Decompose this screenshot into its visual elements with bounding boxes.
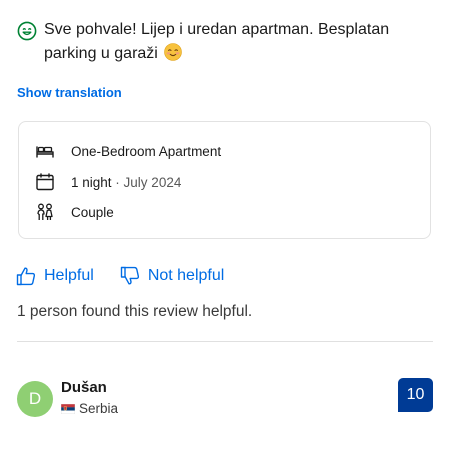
room-type: One-Bedroom Apartment (71, 143, 222, 159)
stay-info-card: One-Bedroom Apartment 1 night · July 202… (18, 121, 431, 239)
helpful-button[interactable]: Helpful (16, 266, 94, 286)
review-positive: Sve pohvale! Lijep i uredan apartman. Be… (17, 18, 437, 66)
smile-icon (17, 21, 37, 41)
country-name: Serbia (79, 401, 119, 416)
show-translation-link[interactable]: Show translation (17, 84, 122, 102)
helpful-count-text: 1 person found this review helpful. (17, 303, 253, 320)
nights-row: 1 night · July 2024 (35, 171, 181, 193)
vote-row: Helpful Not helpful (16, 266, 224, 286)
room-type-row: One-Bedroom Apartment (35, 140, 221, 162)
review-page: Sve pohvale! Lijep i uredan apartman. Be… (0, 0, 450, 450)
stay-date: July 2024 (123, 174, 182, 190)
not-helpful-button[interactable]: Not helpful (120, 266, 225, 286)
helpful-label: Helpful (44, 267, 94, 284)
nights-count: 1 night (71, 174, 112, 190)
couple-icon (37, 203, 53, 220)
serbia-flag-icon (61, 403, 75, 414)
calendar-icon (36, 173, 54, 191)
avatar-letter: D (28, 389, 42, 408)
not-helpful-label: Not helpful (147, 267, 225, 284)
blush-emoji-icon (164, 43, 183, 61)
reviewer-name: Dušan (61, 379, 107, 396)
bed-icon (36, 146, 54, 158)
review-text: Sve pohvale! Lijep i uredan apartman. Be… (44, 21, 390, 62)
thumbs-down-icon (120, 266, 139, 285)
score-badge: 10 (398, 378, 433, 412)
traveler-type: Couple (71, 204, 114, 220)
score-value: 10 (406, 386, 425, 403)
traveler-type-row: Couple (35, 201, 114, 223)
avatar: D (17, 381, 53, 417)
nights-separator: · (111, 174, 124, 190)
thumbs-up-icon (16, 267, 36, 286)
review-divider (17, 341, 433, 342)
reviewer-country: Serbia (61, 401, 118, 416)
